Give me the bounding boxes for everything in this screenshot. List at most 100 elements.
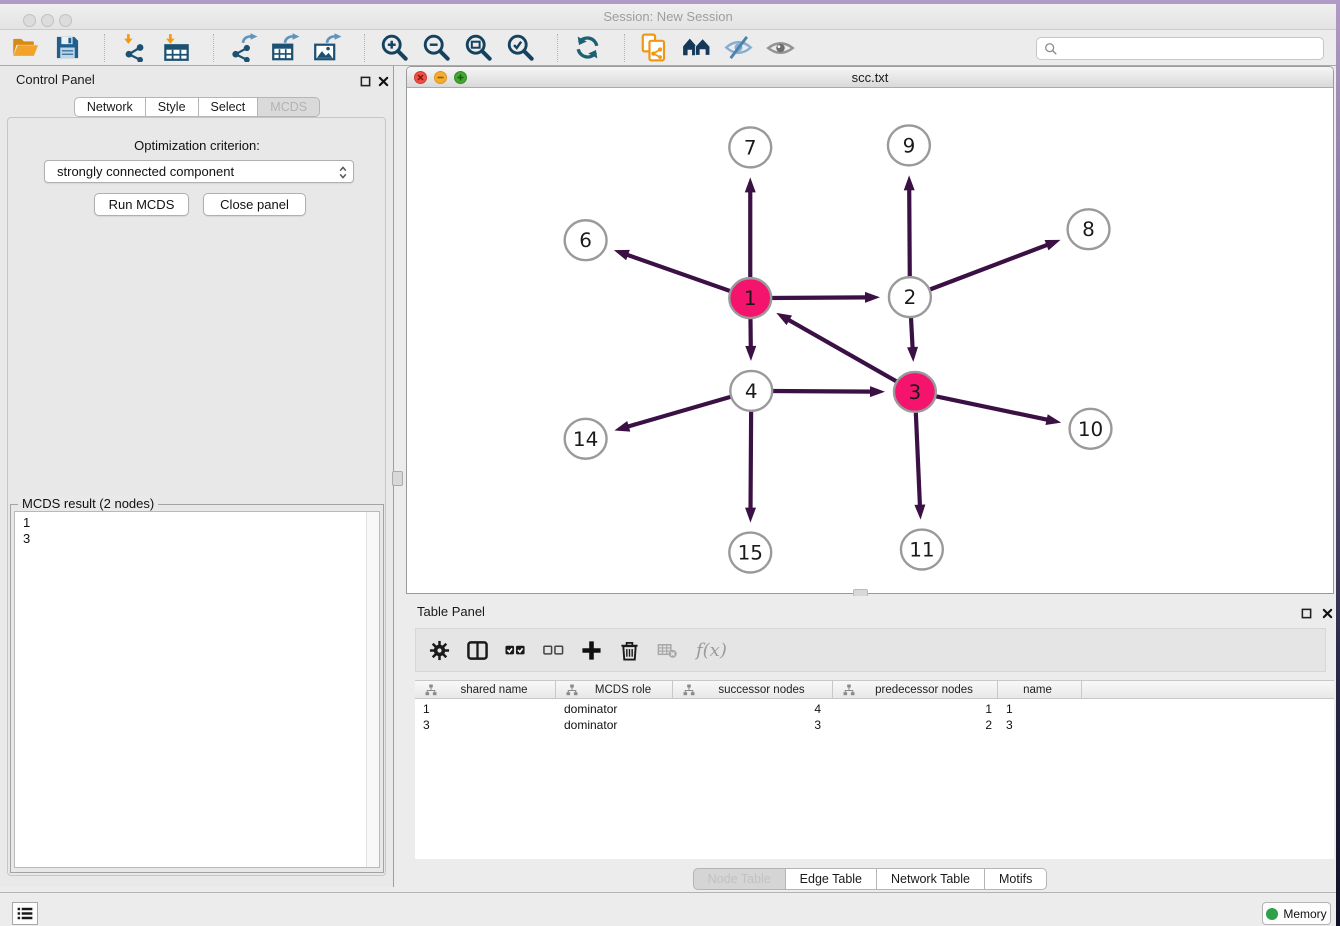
table-tab-motifs[interactable]: Motifs [985, 868, 1047, 890]
column-header-predecessor-nodes[interactable]: predecessor nodes [833, 681, 998, 699]
network-edge-2-9[interactable] [904, 175, 915, 278]
task-history-button[interactable] [12, 902, 38, 925]
table-cell[interactable]: 1 [423, 701, 556, 717]
table-cell[interactable]: 3 [1006, 717, 1082, 733]
close-panel-label: Close panel [220, 197, 289, 212]
export-network-icon[interactable] [226, 32, 260, 64]
network-minimize-button[interactable] [434, 71, 447, 84]
delete-row-icon[interactable] [618, 639, 640, 661]
column-header-name[interactable]: name [998, 681, 1082, 699]
search-input[interactable] [1062, 39, 1323, 58]
save-session-icon[interactable] [50, 32, 84, 64]
table-tab-edge-table[interactable]: Edge Table [786, 868, 877, 890]
table-tab-node-table[interactable]: Node Table [693, 868, 786, 890]
control-panel: Control Panel NetworkStyleSelectMCDS Opt… [0, 66, 394, 887]
import-network-icon[interactable] [117, 32, 151, 64]
close-panel-button[interactable]: Close panel [203, 193, 306, 216]
control-tab-style[interactable]: Style [146, 97, 199, 117]
refresh-icon[interactable] [570, 32, 604, 64]
control-tab-network[interactable]: Network [74, 97, 146, 117]
network-node-15[interactable]: 15 [729, 533, 771, 573]
add-row-icon[interactable] [580, 639, 602, 661]
vertical-splitter-handle[interactable] [392, 471, 403, 486]
network-node-7[interactable]: 7 [729, 127, 771, 167]
table-cell[interactable]: 3 [423, 717, 556, 733]
hide-eye-icon[interactable] [721, 32, 755, 64]
table-cell[interactable]: dominator [564, 717, 673, 733]
select-all-icon[interactable] [504, 639, 526, 661]
split-columns-icon[interactable] [466, 639, 488, 661]
node-label: 1 [744, 286, 757, 310]
table-tab-network-table[interactable]: Network Table [877, 868, 985, 890]
toolbar-separator [364, 34, 365, 62]
network-node-4[interactable]: 4 [730, 371, 772, 411]
export-image-icon[interactable] [310, 32, 344, 64]
control-tab-mcds[interactable]: MCDS [258, 97, 320, 117]
zoom-in-icon[interactable] [377, 32, 411, 64]
network-edge-1-4[interactable] [745, 317, 756, 361]
network-node-14[interactable]: 14 [565, 419, 607, 459]
mcds-result-scrollbar[interactable] [366, 512, 379, 867]
table-panel-close-icon[interactable] [1320, 606, 1334, 620]
control-panel-close-icon[interactable] [376, 74, 390, 88]
network-edge-4-15[interactable] [745, 410, 756, 523]
table-cell[interactable]: 1 [841, 701, 992, 717]
network-close-button[interactable] [414, 71, 427, 84]
network-node-8[interactable]: 8 [1068, 209, 1110, 249]
network-edge-1-2[interactable] [769, 292, 880, 303]
table-cell[interactable]: 3 [681, 717, 821, 733]
table-panel-float-icon[interactable] [1299, 606, 1313, 620]
window-minimize-button[interactable] [41, 14, 54, 27]
column-header-label: successor nodes [695, 684, 832, 696]
network-canvas[interactable]: 7 9 6 8 1 2 4 3 14 10 15 11 [407, 88, 1333, 589]
table-cell[interactable]: 4 [681, 701, 821, 717]
home-icon[interactable] [679, 32, 713, 64]
network-edge-4-3[interactable] [770, 386, 885, 397]
open-folder-icon[interactable] [8, 32, 42, 64]
zoom-fit-icon[interactable] [461, 32, 495, 64]
network-node-6[interactable]: 6 [565, 220, 607, 260]
network-edge-3-1[interactable] [776, 313, 898, 383]
window-zoom-button[interactable] [59, 14, 72, 27]
network-node-10[interactable]: 10 [1070, 409, 1112, 449]
app-title: Session: New Session [0, 4, 1336, 30]
deselect-all-icon[interactable] [542, 639, 564, 661]
column-header-label: MCDS role [578, 684, 672, 696]
network-node-1[interactable]: 1 [729, 278, 771, 318]
network-edge-2-3[interactable] [907, 316, 918, 362]
mcds-result-line: 1 [23, 515, 30, 531]
network-node-11[interactable]: 11 [901, 530, 943, 570]
show-eye-icon[interactable] [763, 32, 797, 64]
network-node-3[interactable]: 3 [894, 372, 936, 412]
network-node-9[interactable]: 9 [888, 125, 930, 165]
run-mcds-button[interactable]: Run MCDS [94, 193, 189, 216]
network-edge-1-7[interactable] [745, 177, 756, 279]
zoom-selected-icon[interactable] [503, 32, 537, 64]
export-table-icon[interactable] [268, 32, 302, 64]
network-edge-2-8[interactable] [928, 240, 1061, 290]
network-edge-3-11[interactable] [914, 411, 925, 520]
gear-icon[interactable] [428, 639, 450, 661]
table-cell[interactable]: 1 [1006, 701, 1082, 717]
network-zoom-button[interactable] [454, 71, 467, 84]
network-edge-3-10[interactable] [933, 396, 1061, 425]
network-edge-1-6[interactable] [614, 250, 733, 292]
status-bar: Memory [0, 892, 1336, 926]
network-node-2[interactable]: 2 [889, 277, 931, 317]
criterion-dropdown[interactable]: strongly connected component [44, 160, 354, 183]
import-table-icon[interactable] [159, 32, 193, 64]
table-cell[interactable]: 2 [841, 717, 992, 733]
table-cell[interactable]: dominator [564, 701, 673, 717]
mcds-result-box[interactable]: 13 [14, 511, 380, 868]
control-tab-select[interactable]: Select [199, 97, 259, 117]
column-header-successor-nodes[interactable]: successor nodes [673, 681, 833, 699]
column-header-MCDS-role[interactable]: MCDS role [556, 681, 673, 699]
network-edge-4-14[interactable] [614, 396, 733, 431]
copy-network-icon[interactable] [637, 32, 671, 64]
memory-button[interactable]: Memory [1262, 902, 1331, 925]
zoom-out-icon[interactable] [419, 32, 453, 64]
search-field[interactable] [1036, 37, 1324, 60]
control-panel-float-icon[interactable] [358, 74, 372, 88]
column-header-shared-name[interactable]: shared name [415, 681, 556, 699]
window-close-button[interactable] [23, 14, 36, 27]
